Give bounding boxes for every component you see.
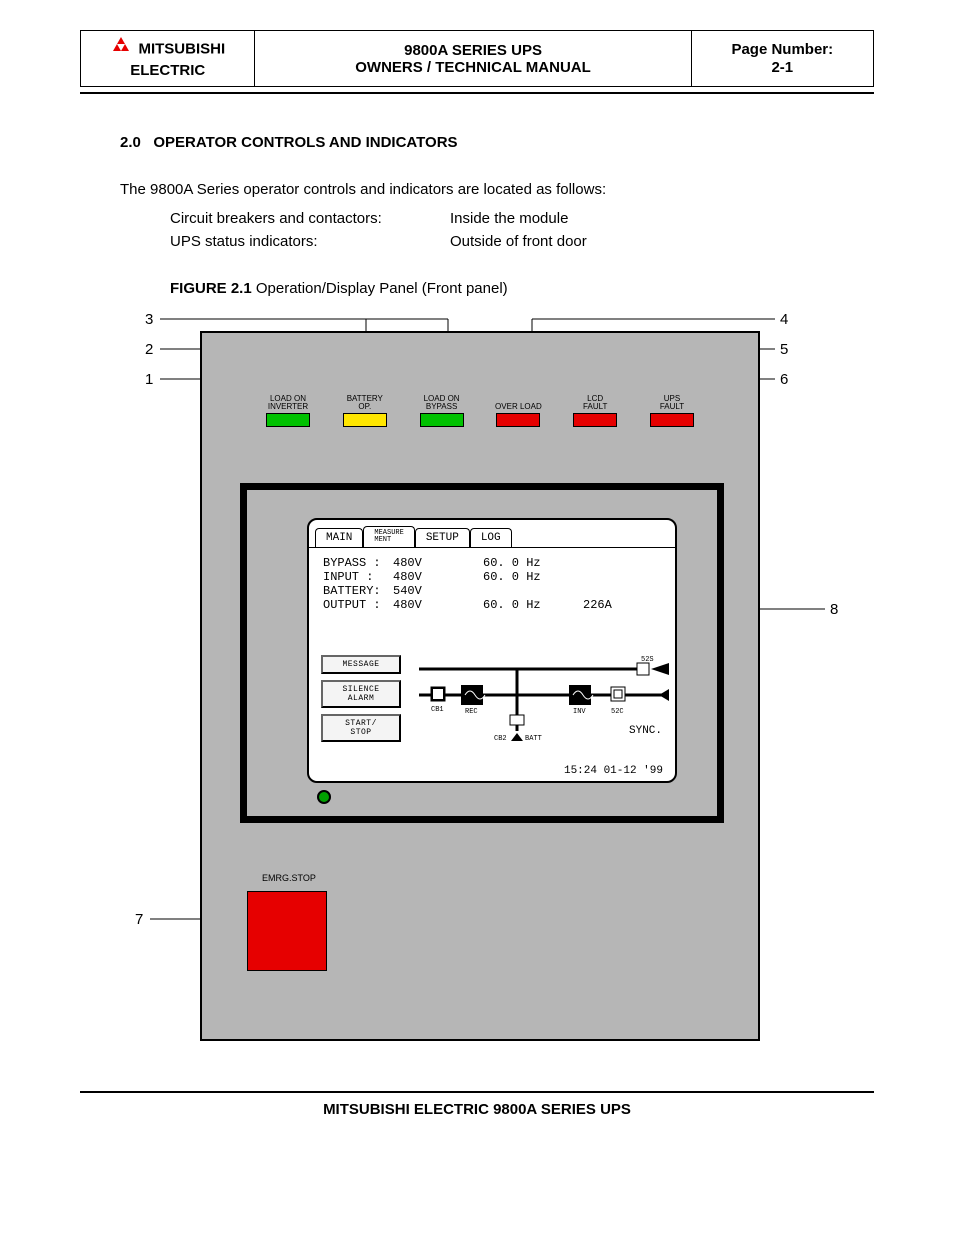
one-line-diagram: 52S CB1 REC CB2 BATT xyxy=(419,655,669,730)
intro-text: The 9800A Series operator controls and i… xyxy=(120,181,874,198)
location-row: UPS status indicators: Outside of front … xyxy=(170,233,874,250)
location-row: Circuit breakers and contactors: Inside … xyxy=(170,210,874,227)
led-indicator xyxy=(343,413,387,427)
led-ups-fault: UPSFAULT xyxy=(636,393,708,427)
doc-title-line2: OWNERS / TECHNICAL MANUAL xyxy=(355,59,591,76)
svg-text:INV: INV xyxy=(573,708,586,716)
power-indicator-icon xyxy=(317,790,331,804)
svg-text:BATT: BATT xyxy=(525,735,542,743)
mitsubishi-logo-icon xyxy=(110,37,132,62)
message-button[interactable]: MESSAGE xyxy=(321,655,401,674)
silence-alarm-button[interactable]: SILENCE ALARM xyxy=(321,680,401,708)
front-panel: LOAD ONINVERTER BATTERYOP. LOAD ONBYPASS… xyxy=(200,331,760,1041)
figure-panel-diagram: 3 2 1 4 5 6 8 7 xyxy=(110,311,870,1051)
company-line1: MITSUBISHI xyxy=(138,40,225,57)
page-footer: MITSUBISHI ELECTRIC 9800A SERIES UPS xyxy=(80,1101,874,1118)
figure-caption: FIGURE 2.1 Operation/Display Panel (Fron… xyxy=(170,280,874,297)
doc-title-line1: 9800A SERIES UPS xyxy=(404,42,542,59)
emrg-stop-label: EMRG.STOP xyxy=(262,873,316,883)
lcd-screen: MAIN MEASURE MENT SETUP LOG BYPASS :480V… xyxy=(307,518,677,783)
tab-measurement[interactable]: MEASURE MENT xyxy=(363,526,414,547)
led-indicator xyxy=(573,413,617,427)
svg-text:52S: 52S xyxy=(641,656,654,664)
page-number: 2-1 xyxy=(771,59,793,76)
screen-tabs: MAIN MEASURE MENT SETUP LOG xyxy=(309,520,675,548)
svg-text:CB2: CB2 xyxy=(494,735,507,743)
svg-text:52C: 52C xyxy=(611,708,624,716)
screen-buttons: MESSAGE SILENCE ALARM START/ STOP xyxy=(321,655,401,748)
page-number-label: Page Number: xyxy=(731,41,833,58)
led-battery-op: BATTERYOP. xyxy=(329,393,401,427)
led-indicator xyxy=(266,413,310,427)
led-indicator xyxy=(420,413,464,427)
svg-text:REC: REC xyxy=(465,708,478,716)
company-line2: ELECTRIC xyxy=(130,62,205,79)
page-header: MITSUBISHI ELECTRIC 9800A SERIES UPS OWN… xyxy=(80,30,874,87)
led-indicator-row: LOAD ONINVERTER BATTERYOP. LOAD ONBYPASS… xyxy=(252,393,708,427)
svg-text:CB1: CB1 xyxy=(431,706,444,714)
tab-main[interactable]: MAIN xyxy=(315,528,363,547)
led-indicator xyxy=(650,413,694,427)
led-load-on-bypass: LOAD ONBYPASS xyxy=(406,393,478,427)
led-lcd-fault: LCDFAULT xyxy=(559,393,631,427)
led-indicator xyxy=(496,413,540,427)
screen-timestamp: 15:24 01-12 '99 xyxy=(564,765,663,777)
led-load-on-inverter: LOAD ONINVERTER xyxy=(252,393,324,427)
start-stop-button[interactable]: START/ STOP xyxy=(321,714,401,742)
emergency-stop-button[interactable] xyxy=(247,891,327,971)
section-heading: 2.0 OPERATOR CONTROLS AND INDICATORS xyxy=(120,134,874,151)
lcd-frame: MAIN MEASURE MENT SETUP LOG BYPASS :480V… xyxy=(240,483,724,823)
svg-text:SYNC.: SYNC. xyxy=(629,725,662,737)
tab-log[interactable]: LOG xyxy=(470,528,512,547)
led-overload: OVER LOAD xyxy=(482,393,554,427)
readings-block: BYPASS :480V60. 0 Hz INPUT :480V60. 0 Hz… xyxy=(309,548,675,620)
tab-setup[interactable]: SETUP xyxy=(415,528,470,547)
